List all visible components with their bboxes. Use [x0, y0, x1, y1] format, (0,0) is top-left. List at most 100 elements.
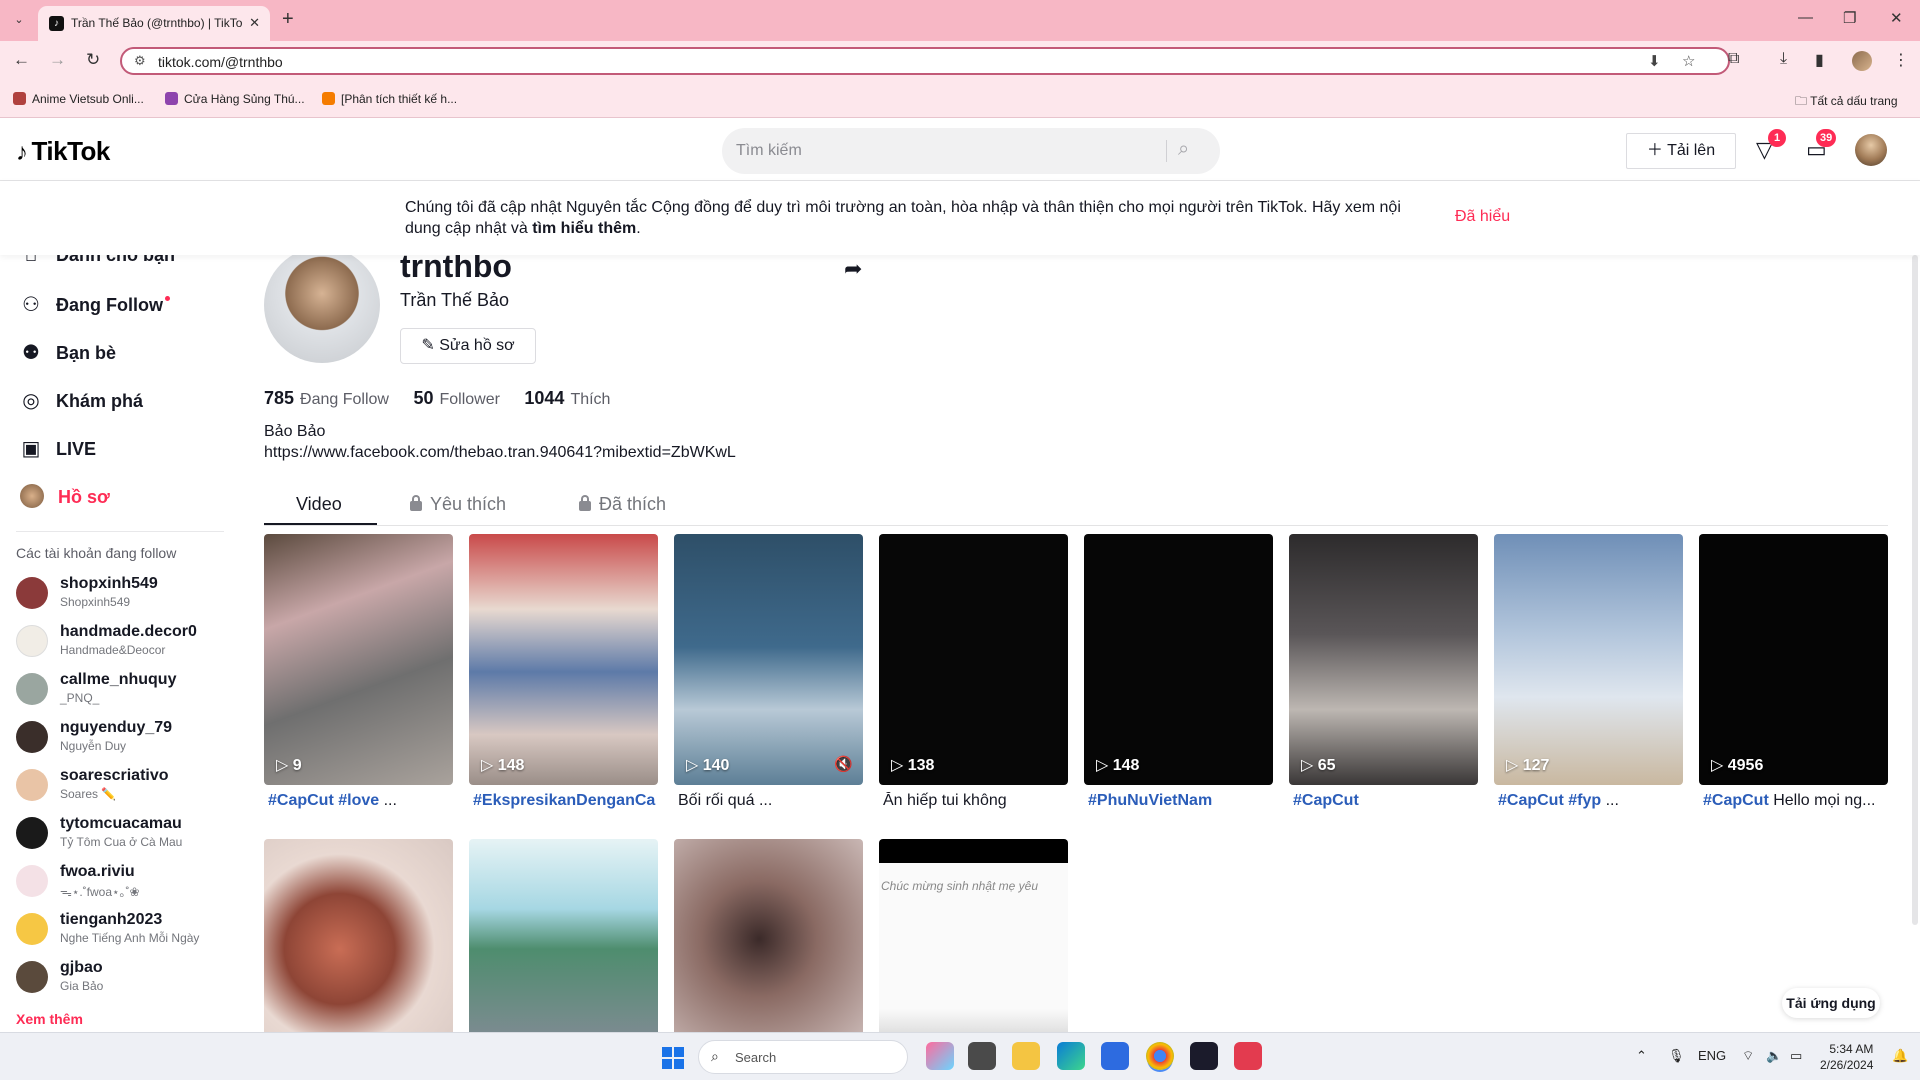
edge-icon[interactable] [1057, 1042, 1085, 1070]
tab-liked[interactable]: Đã thích [579, 494, 666, 515]
browser-profile-avatar[interactable] [1852, 51, 1872, 71]
page-scrollbar[interactable] [1912, 255, 1918, 925]
hashtag[interactable]: #CapCut #fyp [1498, 792, 1601, 809]
following-account[interactable]: gjbao Gia Bảo [16, 957, 226, 1001]
tiktok-app-icon[interactable] [1234, 1042, 1262, 1070]
extensions-icon[interactable]: ⧉ [1728, 50, 1739, 68]
sidebar-item-profile[interactable]: Hồ sơ [18, 484, 110, 516]
hashtag[interactable]: #CapCut #love [268, 792, 379, 809]
league-icon[interactable] [1190, 1042, 1218, 1070]
video-thumbnail[interactable]: ▷ 148 [469, 534, 658, 785]
video-caption[interactable]: #CapCut [1293, 792, 1482, 810]
browser-menu-icon[interactable]: ⋮ [1893, 50, 1909, 70]
video-thumbnail[interactable] [264, 839, 453, 1039]
downloads-icon[interactable]: ⤓ [1780, 50, 1787, 68]
search-input[interactable] [736, 128, 1176, 174]
share-icon[interactable]: ➦ [844, 256, 862, 282]
sidebar-item-for-you[interactable]: ⌂ Dành cho bạn [18, 255, 175, 276]
following-account[interactable]: fwoa.riviu ᯓ⋆.˚fwoa⋆｡˚❀ [16, 861, 226, 905]
video-thumbnail[interactable]: ▷ 127 [1494, 534, 1683, 785]
copilot-icon[interactable] [926, 1042, 954, 1070]
hashtag[interactable]: #CapCut [1703, 792, 1769, 809]
tab-search-button[interactable]: ⌄ [8, 9, 30, 31]
site-info-icon[interactable]: ⚙ [134, 53, 146, 69]
minimize-icon[interactable]: — [1798, 9, 1813, 26]
muted-icon[interactable]: 🔇 [834, 755, 853, 773]
browser-tab[interactable]: ♪ Trần Thế Bảo (@trnthbo) | TikTok ✕ [38, 6, 270, 41]
following-label[interactable]: Đang Follow [300, 391, 389, 408]
dismiss-notice-button[interactable]: Đã hiểu [1455, 208, 1510, 226]
video-caption[interactable]: #CapCut #fyp ... [1498, 792, 1687, 810]
learn-more-link[interactable]: tìm hiểu thêm [532, 220, 636, 237]
upload-button[interactable]: ＋ Tải lên [1626, 133, 1736, 169]
video-thumbnail[interactable]: ▷ 9 [264, 534, 453, 785]
following-account[interactable]: nguyenduy_79 Nguyễn Duy [16, 717, 226, 761]
video-caption[interactable]: #EkspresikanDenganCa [473, 792, 662, 810]
search-icon[interactable]: ⌕ [1178, 138, 1189, 161]
tab-favorites[interactable]: Yêu thích [410, 494, 506, 515]
forward-icon[interactable]: → [49, 50, 66, 70]
sidebar-item-friends[interactable]: ⚉ Bạn bè [18, 340, 116, 372]
video-thumbnail[interactable]: ▷ 4956 [1699, 534, 1888, 785]
chrome-icon[interactable] [1146, 1042, 1174, 1070]
video-thumbnail[interactable] [469, 839, 658, 1039]
taskbar-search[interactable]: ⌕ Search [698, 1040, 908, 1074]
taskbar-clock[interactable]: 5:34 AM 2/26/2024 [1820, 1041, 1873, 1073]
video-thumbnail[interactable] [674, 839, 863, 1039]
bookmark-item[interactable]: Cửa Hàng Sủng Thú... [165, 92, 305, 106]
following-account[interactable]: tienganh2023 Nghe Tiếng Anh Mỗi Ngày [16, 909, 226, 953]
video-caption[interactable]: #PhuNuVietNam [1088, 792, 1277, 810]
following-account[interactable]: soarescriativo Soares ✏️ [16, 765, 226, 809]
edit-profile-button[interactable]: ✎ Sửa hồ sơ [400, 328, 536, 364]
hashtag[interactable]: #EkspresikanDenganCa [473, 792, 655, 809]
url-text[interactable]: tiktok.com/@trnthbo [158, 54, 283, 70]
video-caption[interactable]: Ăn hiếp tui không [883, 792, 1072, 810]
user-avatar[interactable] [1855, 134, 1887, 166]
tab-videos[interactable]: Video [296, 494, 342, 515]
new-tab-button[interactable]: + [282, 8, 294, 31]
hashtag[interactable]: #PhuNuVietNam [1088, 792, 1212, 809]
video-caption[interactable]: Bối rối quá ... [678, 792, 867, 810]
all-bookmarks-button[interactable]: 🗀 Tất cả dấu trang [1795, 92, 1898, 113]
close-tab-icon[interactable]: ✕ [249, 15, 260, 31]
following-account[interactable]: callme_nhuquy _PNQ_ [16, 669, 226, 713]
bookmark-star-icon[interactable]: ☆ [1682, 52, 1695, 70]
file-explorer-icon[interactable] [1012, 1042, 1040, 1070]
store-icon[interactable] [1101, 1042, 1129, 1070]
sidebar-item-following[interactable]: ⚇ Đang Follow [18, 292, 170, 324]
following-account[interactable]: tytomcuacamau Tỷ Tôm Cua ở Cà Mau [16, 813, 226, 857]
bookmark-item[interactable]: Anime Vietsub Onli... [13, 92, 144, 106]
install-app-icon[interactable]: ⬇ [1648, 52, 1661, 70]
video-thumbnail[interactable]: Chúc mừng sinh nhật mẹ yêu [879, 839, 1068, 1039]
hashtag[interactable]: #CapCut [1293, 792, 1359, 809]
video-thumbnail[interactable]: ▷ 140 🔇 [674, 534, 863, 785]
battery-icon[interactable]: ▭ [1790, 1048, 1802, 1064]
close-window-icon[interactable]: ✕ [1890, 9, 1903, 27]
microphone-icon[interactable]: 🎙 [1668, 1048, 1685, 1064]
following-account[interactable]: shopxinh549 Shopxinh549 [16, 573, 226, 617]
address-bar[interactable]: ⚙ tiktok.com/@trnthbo ⬇ ☆ [120, 47, 1730, 75]
notification-bell-icon[interactable]: 🔔 [1892, 1048, 1908, 1064]
sidebar-item-explore[interactable]: ◎ Khám phá [18, 388, 143, 420]
video-thumbnail[interactable]: ▷ 148 [1084, 534, 1273, 785]
see-more-link[interactable]: Xem thêm [16, 1011, 83, 1027]
following-account[interactable]: handmade.decor0 Handmade&Deocor [16, 621, 226, 665]
video-caption[interactable]: #CapCut #love ... [268, 792, 457, 810]
sidebar-item-live[interactable]: ▣ LIVE [18, 436, 96, 468]
video-thumbnail[interactable]: ▷ 138 [879, 534, 1068, 785]
followers-label[interactable]: Follower [439, 391, 499, 408]
chevron-up-icon[interactable]: ⌃ [1636, 1048, 1647, 1064]
language-indicator[interactable]: ENG [1698, 1048, 1726, 1063]
get-app-button[interactable]: Tải ứng dụng [1782, 988, 1880, 1018]
profile-avatar[interactable] [264, 247, 380, 363]
bio-link[interactable]: https://www.facebook.com/thebao.tran.940… [264, 442, 736, 463]
reload-icon[interactable]: ↻ [86, 50, 100, 70]
bookmark-item[interactable]: [Phân tích thiết kế h... [322, 92, 457, 106]
tiktok-logo[interactable]: ♪ TikTok [16, 136, 110, 167]
wifi-icon[interactable]: ⌔ [1742, 1048, 1754, 1064]
video-caption[interactable]: #CapCut Hello mọi ng... [1703, 792, 1892, 810]
restore-icon[interactable]: ❐ [1843, 9, 1856, 27]
task-view-icon[interactable] [968, 1042, 996, 1070]
volume-icon[interactable]: 🔈 [1766, 1048, 1782, 1064]
video-thumbnail[interactable]: ▷ 65 [1289, 534, 1478, 785]
